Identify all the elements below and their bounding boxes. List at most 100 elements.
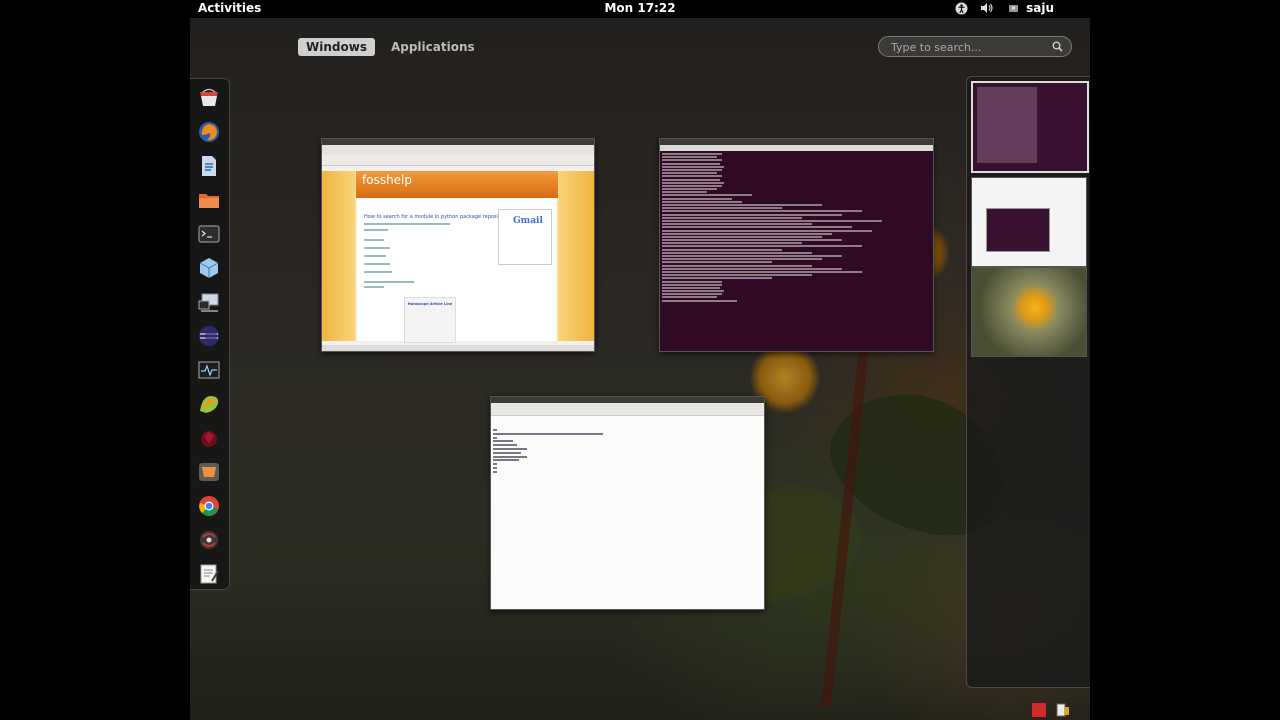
gmail-logo: Gmail [513,216,543,226]
window-terminal[interactable] [659,138,934,352]
gedit-line [493,470,497,473]
gedit-line [493,432,603,435]
terminal-line [662,165,724,168]
terminal-line [662,181,724,184]
workspace-switcher [966,76,1090,688]
search-icon [1052,41,1063,52]
terminal-line [662,235,822,238]
blog-text-line [364,255,386,257]
terminal-line [662,296,717,299]
system-monitor-icon[interactable] [198,359,220,381]
terminal-line [662,184,722,187]
terminal-line [662,172,717,175]
software-center-icon[interactable] [198,87,220,109]
gedit-line [493,436,497,439]
virtualbox-icon[interactable] [198,257,220,279]
accessibility-icon[interactable] [954,1,968,15]
blog-text-line [364,286,384,288]
firefox-icon[interactable] [198,121,220,143]
terminal-line [662,290,724,293]
sublime-text-icon[interactable] [198,461,220,483]
browser-statusbar [322,345,594,351]
ad-box: Horoscope Article Line [404,297,456,343]
workspace-2[interactable] [971,177,1087,267]
gedit-line [493,451,521,454]
applications-tab[interactable]: Applications [383,38,483,56]
blog-text-line [364,239,384,241]
browser-page: fosshelp How to search for a module in p… [322,171,594,343]
file-manager-icon[interactable] [198,189,220,211]
search-input[interactable] [889,39,1053,56]
terminal-line [662,283,722,286]
terminal-line [662,229,872,232]
terminal-menubar [660,145,933,151]
user-menu[interactable]: saju [1006,1,1054,15]
workspace-3[interactable] [971,267,1087,357]
gedit-line [493,440,513,443]
terminal-line [662,274,812,277]
terminal-line [662,204,822,206]
terminal-line [662,286,720,289]
clock-button[interactable]: Mon 17:22 [604,1,675,15]
username-label: saju [1026,1,1054,15]
notification-red-icon[interactable] [1032,702,1046,717]
user-icon [1006,1,1020,15]
workspace-window-thumb [986,208,1050,252]
chrome-icon[interactable] [198,495,220,517]
blog-text-line [364,247,390,249]
terminal-line [662,277,772,280]
terminal-line [662,239,842,242]
terminal-line [662,251,812,254]
window-gedit[interactable] [490,396,765,610]
gedit-line [493,444,517,447]
activities-button[interactable]: Activities [198,1,261,15]
blog-header: fosshelp [356,171,558,198]
terminal-line [662,210,862,213]
terminal-icon[interactable] [198,223,220,245]
terminal-line [662,280,722,283]
volume-icon[interactable] [980,1,994,15]
clock-container: Mon 17:22 [0,1,1280,15]
eclipse-icon[interactable] [198,325,220,347]
overview-shade [190,18,1090,720]
bugzilla-icon[interactable] [198,529,220,551]
terminal-line [662,197,732,200]
post-title: How to search for a module in python pac… [364,214,508,220]
ruby-icon[interactable] [198,427,220,449]
browser-tabs [322,145,594,155]
libreoffice-writer-icon[interactable] [198,155,220,177]
view-selector: Windows Applications [298,38,483,56]
workspace-1[interactable] [971,81,1089,173]
terminal-line [662,159,722,162]
network-tray-icon[interactable] [1056,702,1070,717]
gedit-line [493,429,497,431]
terminal-line [662,175,722,178]
terminal-output [662,153,930,303]
terminal-line [662,223,812,226]
blog-text-line [364,281,414,283]
terminal-line [662,194,752,197]
terminal-line [662,270,862,273]
window-firefox[interactable]: fosshelp How to search for a module in p… [321,138,595,352]
browser-toolbar [322,155,594,166]
windows-tab[interactable]: Windows [298,38,375,56]
gedit-line [493,447,527,450]
terminal-line [662,219,882,222]
terminal-line [662,261,772,264]
terminal-line [662,162,720,165]
terminal-line [662,156,717,159]
gedit-document [493,429,693,475]
terminal-line [662,255,842,257]
terminal-line [662,299,737,302]
terminal-line [662,242,802,245]
blog-title: fosshelp [362,173,413,187]
terminal-line [662,213,842,216]
blog-text-line [364,263,390,265]
remote-desktop-icon[interactable] [198,291,220,313]
terminal-line [662,191,707,194]
text-editor-icon[interactable] [198,563,220,585]
gedit-line [493,466,497,469]
pycharm-icon[interactable] [198,393,220,415]
terminal-line [662,226,852,229]
gmail-widget: Gmail [498,209,552,265]
